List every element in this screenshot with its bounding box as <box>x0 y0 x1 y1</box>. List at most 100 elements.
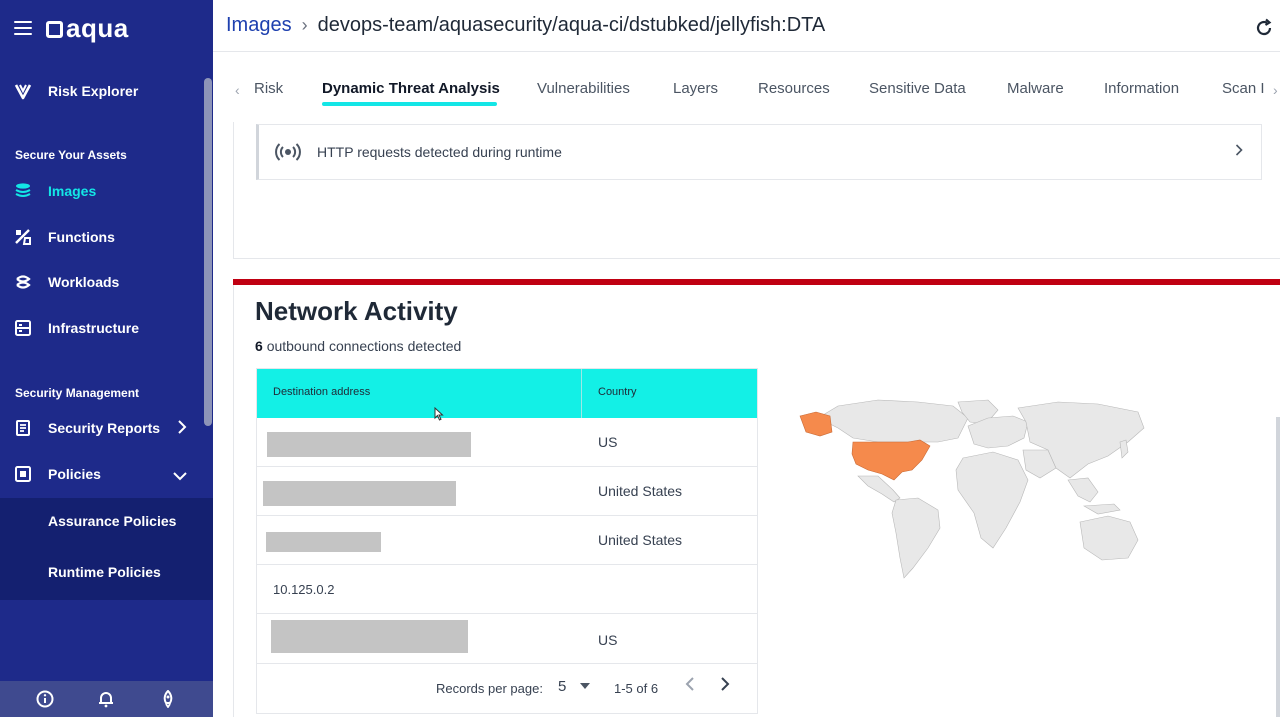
tab-risk[interactable]: Risk <box>254 80 283 97</box>
pagination-range: 1-5 of 6 <box>614 681 659 696</box>
map-region-united-states <box>851 439 931 481</box>
table-row[interactable]: United States <box>257 467 757 516</box>
map-region-africa <box>955 451 1029 549</box>
tab-resources[interactable]: Resources <box>758 80 830 97</box>
table-header: Destination address Country <box>257 369 757 418</box>
column-header-country[interactable]: Country <box>598 386 637 398</box>
table-pagination: Records per page: 5 1-5 of 6 <box>257 664 757 713</box>
column-divider <box>581 369 582 418</box>
report-icon <box>14 419 32 437</box>
layers-icon <box>14 182 32 200</box>
server-icon <box>14 319 32 337</box>
next-page-icon[interactable] <box>720 676 730 697</box>
section-security-management: Security Management <box>15 386 140 400</box>
tab-bar: ‹ Risk Dynamic Threat Analysis Vulnerabi… <box>213 52 1280 122</box>
table-row[interactable]: United States <box>257 516 757 565</box>
sidebar-item-risk-explorer[interactable]: Risk Explorer <box>0 74 205 108</box>
tab-sensitive-data[interactable]: Sensitive Data <box>869 80 966 97</box>
sidebar-item-policies[interactable]: Policies <box>0 457 205 491</box>
caret-down-icon[interactable] <box>580 683 590 689</box>
page-title: devops-team/aquasecurity/aqua-ci/dstubke… <box>317 14 826 36</box>
http-requests-label: HTTP requests detected during runtime <box>317 144 562 160</box>
map-region-southeast-asia <box>1067 477 1099 503</box>
records-per-page-label: Records per page: <box>436 681 543 696</box>
sidebar-top: aqua <box>0 0 213 56</box>
sidebar-item-label: Risk Explorer <box>48 83 139 99</box>
sidebar-item-images[interactable]: Images <box>0 174 205 208</box>
active-tab-indicator <box>322 102 497 106</box>
chevron-down-icon <box>173 468 187 484</box>
map-region-indonesia <box>1082 503 1121 515</box>
sidebar: aqua Risk Explorer Secure Your Assets Im… <box>0 0 213 717</box>
connection-count: 6 <box>255 338 263 354</box>
sidebar-item-label: Functions <box>48 229 115 245</box>
page-header: Images › devops-team/aquasecurity/aqua-c… <box>213 0 1280 52</box>
outbound-connections-summary: 6 outbound connections detected <box>255 338 461 354</box>
row-country: United States <box>598 483 683 499</box>
table-row[interactable]: 10.125.0.2 <box>257 565 757 614</box>
redacted-address <box>263 481 456 506</box>
column-header-destination[interactable]: Destination address <box>273 386 370 398</box>
functions-icon <box>14 228 32 246</box>
hamburger-menu-icon[interactable] <box>14 21 32 35</box>
aqua-logo[interactable]: aqua <box>46 13 129 44</box>
bell-icon[interactable] <box>96 689 116 709</box>
info-icon[interactable] <box>35 689 55 709</box>
tab-scroll-left-icon[interactable]: ‹ <box>235 82 240 98</box>
row-address: 10.125.0.2 <box>273 582 335 597</box>
refresh-icon[interactable] <box>1254 18 1274 38</box>
table-row[interactable]: US <box>257 418 757 467</box>
sidebar-item-label: Policies <box>48 466 101 482</box>
workloads-icon <box>14 273 32 291</box>
redacted-address <box>271 620 468 653</box>
redacted-address <box>266 532 381 552</box>
records-per-page-select[interactable]: 5 <box>558 678 566 695</box>
previous-page-icon[interactable] <box>685 676 695 697</box>
broadcast-icon <box>275 139 301 165</box>
section-secure-your-assets: Secure Your Assets <box>15 148 127 162</box>
tab-vulnerabilities[interactable]: Vulnerabilities <box>537 80 630 97</box>
sidebar-item-label: Security Reports <box>48 420 161 436</box>
sidebar-item-security-reports[interactable]: Security Reports <box>0 411 205 445</box>
tab-information[interactable]: Information <box>1104 80 1179 97</box>
map-region-south-america <box>891 497 941 579</box>
map-region-australia <box>1079 515 1139 561</box>
connections-table: Destination address Country US United St… <box>256 368 758 714</box>
row-country: United States <box>598 532 683 548</box>
breadcrumb-images-link[interactable]: Images <box>226 14 292 37</box>
tab-malware[interactable]: Malware <box>1007 80 1064 97</box>
rocket-icon[interactable] <box>158 689 178 709</box>
sidebar-subitem-assurance-policies[interactable]: Assurance Policies <box>0 498 213 544</box>
sidebar-item-infrastructure[interactable]: Infrastructure <box>0 311 205 345</box>
chevron-right-icon <box>177 420 187 437</box>
sidebar-subitem-runtime-policies[interactable]: Runtime Policies <box>0 544 213 600</box>
logo-text: aqua <box>66 12 129 43</box>
redacted-address <box>267 432 471 457</box>
tab-scroll-right-icon[interactable]: › <box>1273 82 1278 98</box>
sidebar-item-label: Infrastructure <box>48 320 140 336</box>
content-scrollbar[interactable] <box>1276 417 1280 717</box>
tab-dynamic-threat-analysis[interactable]: Dynamic Threat Analysis <box>322 80 500 97</box>
sidebar-item-label: Images <box>48 183 97 199</box>
sidebar-item-functions[interactable]: Functions <box>0 220 205 254</box>
aqua-logo-mark-icon <box>46 20 63 38</box>
breadcrumb-separator: › <box>301 15 308 35</box>
map-region-canada <box>817 399 969 443</box>
tab-layers[interactable]: Layers <box>673 80 718 97</box>
connection-count-suffix: outbound connections detected <box>266 338 462 354</box>
mouse-cursor-icon <box>434 406 444 421</box>
sidebar-scrollbar[interactable] <box>204 78 212 426</box>
policy-icon <box>14 465 32 483</box>
sidebar-bottom-bar <box>0 681 213 717</box>
tab-scan[interactable]: Scan I <box>1222 80 1268 97</box>
table-row[interactable]: US <box>257 614 757 664</box>
row-country: US <box>598 632 618 648</box>
map-region-alaska <box>799 411 833 437</box>
network-activity-title: Network Activity <box>255 296 458 326</box>
world-map[interactable] <box>798 398 1148 580</box>
risk-explorer-icon <box>14 82 32 100</box>
http-requests-row[interactable]: HTTP requests detected during runtime <box>256 124 1262 180</box>
sidebar-item-workloads[interactable]: Workloads <box>0 265 205 299</box>
chevron-right-icon <box>1235 143 1243 159</box>
sidebar-item-label: Workloads <box>48 274 120 290</box>
